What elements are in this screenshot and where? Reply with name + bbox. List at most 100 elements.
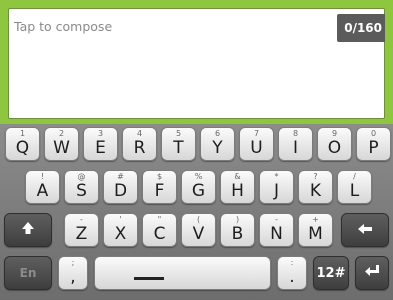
key-w-label: W xyxy=(53,138,70,158)
key-l-sub: / xyxy=(353,172,356,181)
key-q[interactable]: 1 Q xyxy=(5,127,40,161)
language-key[interactable]: En xyxy=(4,256,52,290)
key-z-label: Z xyxy=(75,224,88,244)
character-counter: 0/160 xyxy=(337,14,385,42)
key-v-label: V xyxy=(192,224,205,244)
key-u[interactable]: 7 U xyxy=(239,127,274,161)
key-f-label: F xyxy=(154,181,165,201)
key-a[interactable]: ! A xyxy=(25,170,60,204)
key-e-label: E xyxy=(95,138,106,158)
key-d-label: D xyxy=(113,181,128,201)
key-n-label: N xyxy=(270,224,283,244)
key-z-sub: - xyxy=(80,215,83,224)
soft-keyboard: 1 Q 2 W 3 E 4 R 5 T 6 Y 7 U 8 I 9 O 0 P … xyxy=(0,124,393,300)
key-p-sub: 0 xyxy=(370,129,377,138)
key-m[interactable]: + M xyxy=(298,213,333,247)
key-a-label: A xyxy=(36,181,49,201)
key-o[interactable]: 9 O xyxy=(317,127,352,161)
enter-key[interactable] xyxy=(355,256,389,290)
key-e-sub: 3 xyxy=(97,129,104,138)
key-y-label: Y xyxy=(212,138,223,158)
symbols-key[interactable]: 12# xyxy=(313,256,349,290)
key-x-label: X xyxy=(114,224,127,244)
backspace-key[interactable] xyxy=(341,213,389,247)
key-w-sub: 2 xyxy=(58,129,65,138)
enter-icon xyxy=(364,264,380,282)
key-f-sub: $ xyxy=(156,172,163,181)
key-r-label: R xyxy=(133,138,146,158)
key-p-label: P xyxy=(368,138,379,158)
key-d-sub: # xyxy=(117,172,124,181)
space-bar-icon xyxy=(134,277,164,280)
key-l[interactable]: / L xyxy=(337,170,372,204)
language-label: En xyxy=(19,266,37,280)
key-k-sub: ? xyxy=(313,172,318,181)
comma-sub: ; xyxy=(71,258,75,267)
key-j-sub: * xyxy=(274,172,279,181)
key-t[interactable]: 5 T xyxy=(161,127,196,161)
key-a-sub: ! xyxy=(40,172,45,181)
key-g[interactable]: % G xyxy=(181,170,216,204)
key-q-label: Q xyxy=(15,138,30,158)
key-c-sub: " xyxy=(157,215,162,224)
key-h[interactable]: & H xyxy=(220,170,255,204)
key-k[interactable]: ? K xyxy=(298,170,333,204)
key-f[interactable]: $ F xyxy=(142,170,177,204)
compose-area: Tap to compose 0/160 xyxy=(0,0,393,124)
key-s-sub: @ xyxy=(77,172,86,181)
key-o-sub: 9 xyxy=(331,129,338,138)
key-j-label: J xyxy=(273,181,279,201)
key-t-sub: 5 xyxy=(175,129,182,138)
key-i-sub: 8 xyxy=(292,129,299,138)
key-x[interactable]: ' X xyxy=(103,213,138,247)
key-k-label: K xyxy=(309,181,322,201)
key-v[interactable]: ( V xyxy=(181,213,216,247)
key-e[interactable]: 3 E xyxy=(83,127,118,161)
key-i-label: I xyxy=(292,138,298,158)
symbols-label: 12# xyxy=(316,265,346,281)
key-y[interactable]: 6 Y xyxy=(200,127,235,161)
key-d[interactable]: # D xyxy=(103,170,138,204)
arrow-up-icon xyxy=(21,221,35,239)
key-z[interactable]: - Z xyxy=(64,213,99,247)
key-u-sub: 7 xyxy=(253,129,260,138)
key-b[interactable]: ) B xyxy=(220,213,255,247)
key-g-label: G xyxy=(191,181,206,201)
key-p[interactable]: 0 P xyxy=(356,127,391,161)
shift-key[interactable] xyxy=(4,213,52,247)
key-u-label: U xyxy=(250,138,263,158)
key-i[interactable]: 8 I xyxy=(278,127,313,161)
space-key[interactable] xyxy=(94,256,271,290)
key-r-sub: 4 xyxy=(136,129,143,138)
key-m-label: M xyxy=(308,224,323,244)
key-n[interactable]: - N xyxy=(259,213,294,247)
key-b-sub: ) xyxy=(235,215,240,224)
key-v-sub: ( xyxy=(196,215,201,224)
key-m-sub: + xyxy=(312,215,319,224)
key-y-sub: 6 xyxy=(214,129,221,138)
key-x-sub: ' xyxy=(119,215,122,224)
period-label: . xyxy=(289,267,295,287)
key-c-label: C xyxy=(153,224,166,244)
key-o-label: O xyxy=(327,138,342,158)
comma-label: , xyxy=(70,267,76,287)
key-s[interactable]: @ S xyxy=(64,170,99,204)
key-w[interactable]: 2 W xyxy=(44,127,79,161)
key-n-sub: - xyxy=(275,215,278,224)
key-q-sub: 1 xyxy=(19,129,26,138)
period-sub: : xyxy=(290,258,294,267)
key-g-sub: % xyxy=(194,172,203,181)
comma-key[interactable]: ; , xyxy=(58,256,88,290)
key-c[interactable]: " C xyxy=(142,213,177,247)
key-l-label: L xyxy=(349,181,360,201)
period-key[interactable]: : . xyxy=(277,256,307,290)
message-input[interactable]: Tap to compose 0/160 xyxy=(8,8,385,119)
key-r[interactable]: 4 R xyxy=(122,127,157,161)
key-j[interactable]: * J xyxy=(259,170,294,204)
key-t-label: T xyxy=(173,138,184,158)
arrow-left-icon xyxy=(357,221,373,239)
key-h-label: H xyxy=(231,181,244,201)
key-s-label: S xyxy=(76,181,87,201)
key-h-sub: & xyxy=(234,172,241,181)
message-placeholder: Tap to compose xyxy=(14,19,113,34)
